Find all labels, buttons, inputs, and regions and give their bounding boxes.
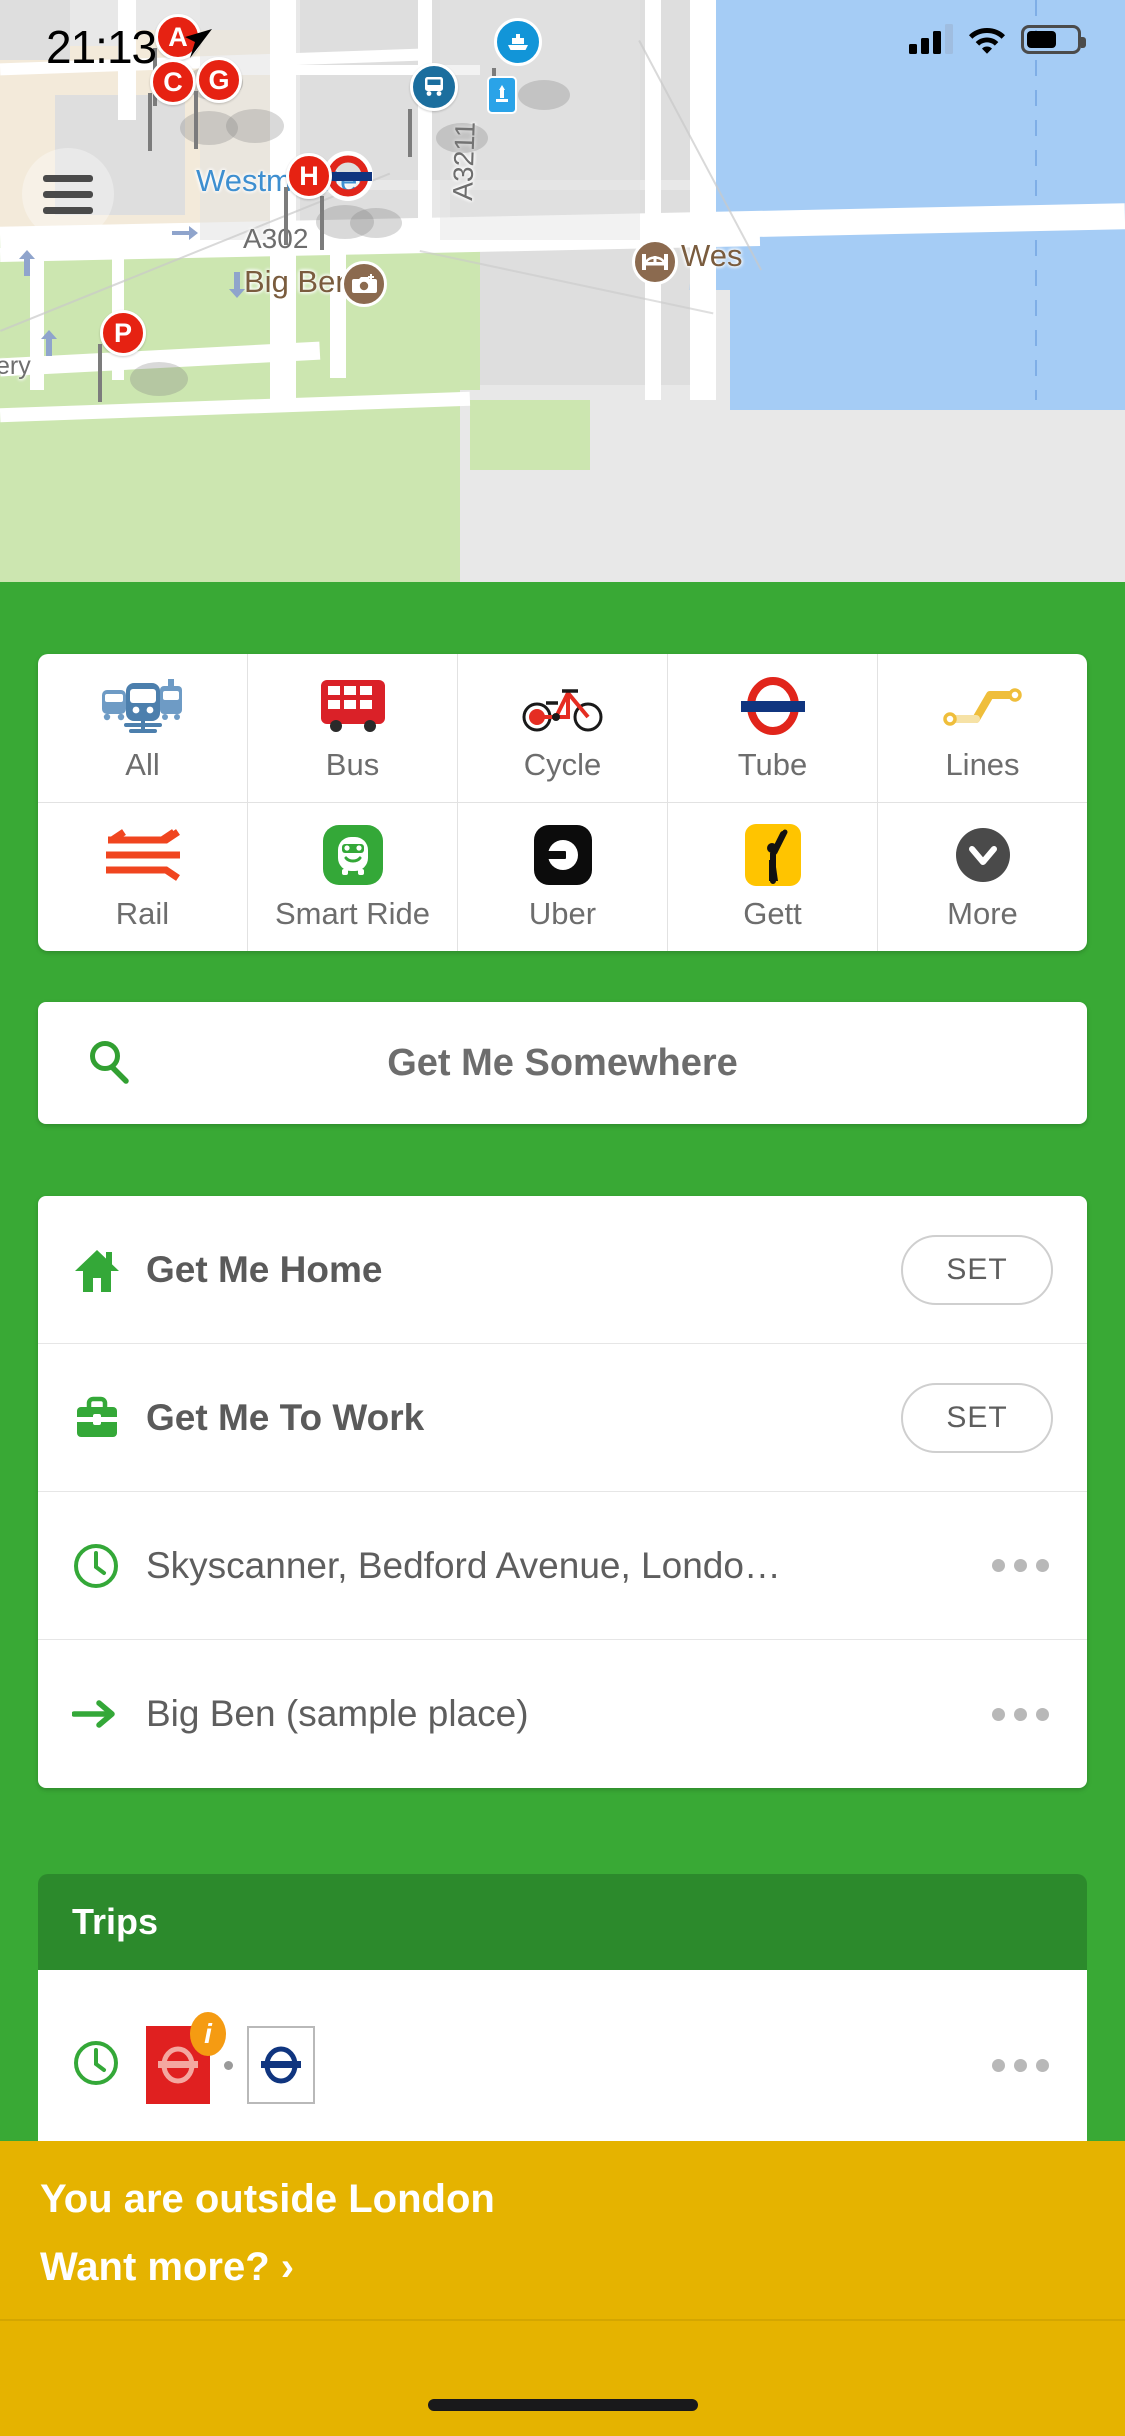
map-park [470, 400, 590, 470]
mode-label: Gett [743, 896, 802, 931]
hamburger-line [43, 174, 93, 182]
map-label-gallery: ery [0, 352, 31, 380]
mode-label: Lines [945, 747, 1020, 782]
list-item-label: Skyscanner, Bedford Avenue, Londo… [146, 1544, 781, 1586]
uber-icon [533, 822, 592, 888]
map-label-westminster-bridge: Wes [681, 238, 743, 273]
search-input-placeholder[interactable]: Get Me Somewhere [38, 1042, 1087, 1085]
mode-label: Smart Ride [274, 896, 431, 931]
bus-route-badge-icon: i [146, 2012, 226, 2104]
mode-label: Cycle [523, 747, 602, 782]
app-screen: Westminster A302 A3211 Big Ben Wes ery A… [0, 0, 1125, 2436]
mode-all[interactable]: All [38, 654, 248, 802]
badge-separator-dot [224, 2060, 233, 2070]
status-bar-time: 21:13 [46, 21, 157, 73]
map-direction-arrow-icon [41, 330, 57, 356]
trips-title: Trips [72, 1901, 159, 1942]
location-arrow-icon [185, 29, 212, 58]
tube-badge-icon [247, 2026, 315, 2104]
transport-modes-row: All Bus Cycle Tube Lines [38, 654, 1087, 802]
status-bar: 21:13 [0, 0, 1125, 90]
list-item-label: Get Me To Work [146, 1396, 425, 1438]
transport-modes-row: Rail Smart Ride Uber Gett More [38, 802, 1087, 951]
mode-more[interactable]: More [878, 803, 1087, 951]
mode-gett[interactable]: Gett [668, 803, 878, 951]
lines-route-icon [942, 673, 1024, 739]
info-badge: i [190, 2012, 226, 2056]
mode-label: More [947, 896, 1018, 931]
map-label-a302: A302 [243, 223, 309, 254]
map-pin-label: P [100, 310, 146, 356]
mode-lines[interactable]: Lines [878, 654, 1087, 802]
smart-ride-icon [322, 822, 383, 888]
wifi-icon [969, 28, 1005, 54]
list-item-get-me-to-work[interactable]: Get Me To Work SET [38, 1344, 1087, 1492]
big-ben-camera-poi-icon[interactable] [341, 261, 387, 307]
clock-icon [72, 2039, 146, 2092]
mode-label: Tube [737, 747, 808, 782]
more-options-button[interactable] [992, 1559, 1053, 1572]
trip-mode-badges: i [146, 2012, 992, 2104]
briefcase-icon [72, 1395, 146, 1441]
mode-smart-ride[interactable]: Smart Ride [248, 803, 458, 951]
map-direction-arrow-icon [172, 226, 198, 240]
mode-label: Uber [528, 896, 597, 931]
trips-section: Trips i [38, 1874, 1087, 2160]
search-bar[interactable]: Get Me Somewhere [38, 1002, 1087, 1124]
home-icon [72, 1246, 146, 1294]
hamburger-line [43, 190, 93, 198]
map-label-big-ben: Big Ben [244, 264, 353, 299]
map-road [112, 230, 124, 380]
battery-icon [1021, 24, 1086, 54]
mode-bus[interactable]: Bus [248, 654, 458, 802]
hamburger-line [43, 206, 93, 214]
mode-rail[interactable]: Rail [38, 803, 248, 951]
national-rail-icon [104, 822, 182, 888]
transport-modes-grid: All Bus Cycle Tube Lines Rail Smart Ride… [38, 654, 1087, 951]
mode-uber[interactable]: Uber [458, 803, 668, 951]
hamburger-menu-button[interactable] [22, 148, 114, 240]
mode-label: All [125, 747, 160, 782]
mode-cycle[interactable]: Cycle [458, 654, 668, 802]
mode-label: Rail [115, 896, 170, 931]
bus-icon [317, 673, 389, 739]
map-direction-arrow-icon [229, 272, 245, 298]
list-item-label: Big Ben (sample place) [146, 1693, 529, 1734]
favourites-list: Get Me Home SET Get Me To Work SET Skysc… [38, 1196, 1087, 1788]
mode-tube[interactable]: Tube [668, 654, 878, 802]
list-item-get-me-home[interactable]: Get Me Home SET [38, 1196, 1087, 1344]
tube-roundel-icon [737, 673, 809, 739]
list-item-label: Get Me Home [146, 1248, 383, 1290]
all-transport-icon [100, 673, 186, 739]
westminster-bridge-poi-icon[interactable] [632, 239, 678, 285]
list-item-big-ben[interactable]: Big Ben (sample place) [38, 1640, 1087, 1788]
more-options-button[interactable] [992, 1707, 1053, 1721]
list-item-recent-skyscanner[interactable]: Skyscanner, Bedford Avenue, Londo… [38, 1492, 1087, 1640]
chevron-down-icon [954, 822, 1012, 888]
arrow-right-icon [72, 1695, 146, 1733]
trips-header: Trips [38, 1874, 1087, 1970]
home-indicator[interactable] [427, 2399, 698, 2411]
signal-bars-icon [909, 24, 953, 54]
map-pin-label: H [286, 153, 332, 199]
banner-divider [0, 2319, 1125, 2321]
gett-icon [744, 822, 801, 888]
outside-london-banner[interactable]: You are outside London Want more? › [0, 2141, 1125, 2436]
trip-row[interactable]: i [38, 1970, 1087, 2160]
bicycle-icon [522, 673, 604, 739]
set-home-button[interactable]: SET [901, 1234, 1053, 1305]
more-options-button[interactable] [992, 2058, 1053, 2072]
map-direction-arrow-icon [19, 250, 35, 276]
banner-line-2[interactable]: Want more? › [40, 2245, 294, 2290]
banner-line-1: You are outside London [40, 2177, 495, 2221]
set-work-button[interactable]: SET [901, 1382, 1053, 1453]
mode-label: Bus [325, 747, 380, 782]
clock-icon [72, 1542, 146, 1590]
search-icon [86, 1038, 132, 1089]
